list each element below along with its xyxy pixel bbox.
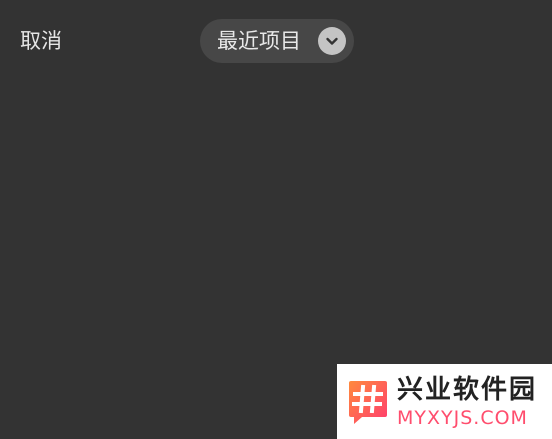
watermark: 兴业软件园 MYXYJS.COM — [337, 364, 552, 439]
cancel-button[interactable]: 取消 — [20, 29, 62, 55]
chevron-down-icon — [318, 27, 346, 55]
watermark-subtitle: MYXYJS.COM — [397, 407, 528, 429]
album-picker-button[interactable]: 最近项目 — [200, 19, 354, 63]
album-picker-label: 最近项目 — [217, 29, 301, 53]
hash-logo-icon — [349, 381, 387, 424]
watermark-title: 兴业软件园 — [397, 375, 538, 405]
